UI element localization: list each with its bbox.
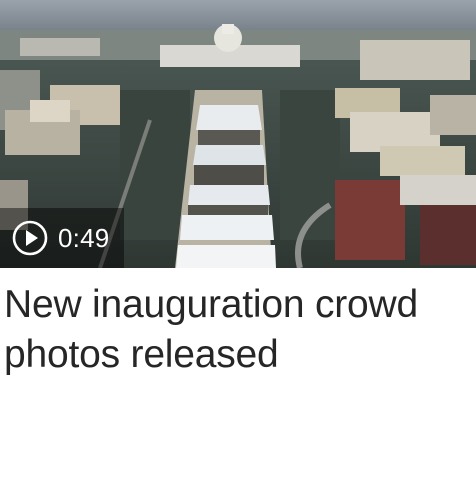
story-headline[interactable]: New inauguration crowd photos released [4,280,472,380]
video-thumbnail[interactable]: 0:49 [0,0,476,268]
play-circle-icon[interactable] [12,220,48,256]
video-duration: 0:49 [58,222,110,253]
video-story-card: 0:49 New inauguration crowd photos relea… [0,0,476,484]
video-duration-badge[interactable]: 0:49 [0,208,124,268]
